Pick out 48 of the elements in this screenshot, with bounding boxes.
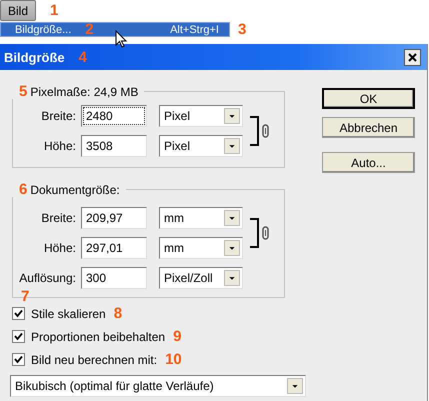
dialog-button[interactable]: Auto... — [322, 152, 415, 173]
number-field[interactable]: 2480 — [81, 105, 147, 127]
annotation-number: 3 — [238, 22, 246, 36]
field-label: Höhe: — [42, 241, 77, 255]
field-label: Breite: — [40, 211, 77, 225]
annotation-number: 7 — [21, 289, 30, 304]
field-label: Höhe: — [42, 139, 77, 153]
annotation-number: 9 — [173, 329, 182, 344]
unit-dropdown[interactable]: Pixel — [159, 105, 243, 127]
unit-dropdown[interactable]: Bikubisch (optimal für glatte Verläufe) — [10, 375, 306, 397]
field-label: Breite: — [40, 109, 77, 123]
annotation-number: 8 — [114, 306, 122, 321]
unit-dropdown[interactable]: Pixel — [159, 135, 243, 157]
caret-icon — [224, 138, 240, 154]
checkbox[interactable] — [12, 307, 25, 320]
checkbox[interactable] — [12, 330, 25, 343]
caret-icon — [224, 210, 240, 226]
annotation-number: 4 — [78, 50, 88, 64]
group-title: Pixelmaße: 24,9 MB — [30, 84, 138, 98]
annotation-number: 1 — [50, 3, 58, 18]
caret-icon — [224, 270, 240, 286]
number-field[interactable]: 3508 — [81, 135, 147, 157]
dialog-button[interactable]: OK — [322, 88, 415, 109]
caret-icon — [287, 378, 303, 394]
number-field[interactable]: 300 — [81, 267, 147, 289]
checkbox-label: Bild neu berechnen mit: — [31, 352, 158, 366]
checkbox-label: Stile skalieren — [31, 306, 106, 320]
number-field[interactable]: 209,97 — [81, 207, 147, 229]
caret-icon — [224, 240, 240, 256]
close-icon — [408, 52, 417, 62]
number-field[interactable]: 297,01 — [81, 237, 147, 259]
menu-button[interactable]: Bild — [0, 0, 36, 21]
dialog-button[interactable]: Abbrechen — [322, 117, 415, 138]
unit-dropdown[interactable]: mm — [159, 207, 243, 229]
annotation-number: 10 — [165, 352, 182, 367]
checkbox-label: Proportionen beibehalten — [31, 330, 166, 344]
group-title: Dokumentgröße: — [30, 182, 120, 196]
field-label: Auflösung: — [18, 271, 77, 285]
annotation-number: 6 — [19, 182, 28, 197]
menu-item[interactable]: Bildgröße... 2 Alt+Strg+I — [0, 22, 230, 37]
window-title: Bildgröße — [4, 50, 65, 64]
annotation-number: 5 — [19, 84, 28, 99]
checkbox[interactable] — [12, 353, 25, 366]
close-button[interactable] — [404, 48, 421, 66]
unit-dropdown[interactable]: mm — [159, 237, 243, 259]
caret-icon — [224, 108, 240, 124]
unit-dropdown[interactable]: Pixel/Zoll — [159, 267, 243, 289]
annotation-number: 2 — [85, 22, 94, 37]
